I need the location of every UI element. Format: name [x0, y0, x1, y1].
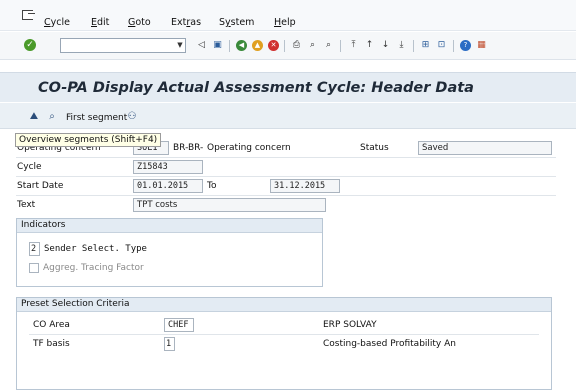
toolbar-separator: [413, 40, 414, 52]
help-icon[interactable]: ?: [460, 40, 471, 51]
menu-item-system[interactable]: System: [219, 18, 254, 28]
back-arrow-icon[interactable]: ◁: [196, 40, 207, 51]
start-date-field[interactable]: 01.01.2015: [133, 179, 203, 193]
menu-item-goto[interactable]: Goto: [128, 18, 151, 28]
exit-icon[interactable]: [22, 10, 35, 20]
hierarchy-icon[interactable]: ⚇: [126, 111, 138, 123]
exit-circle-icon[interactable]: ▲: [252, 40, 263, 51]
cycle-label: Cycle: [17, 162, 42, 172]
new-session-icon[interactable]: ⊞: [420, 40, 431, 51]
find-next-icon[interactable]: ⌕: [323, 40, 334, 51]
first-segment-button[interactable]: First segment: [66, 113, 127, 123]
menu-item-extras[interactable]: Extras: [171, 18, 201, 28]
enter-check-icon[interactable]: ✓: [24, 39, 36, 51]
operating-concern-desc-prefix: BR-BR-: [173, 143, 204, 153]
preset-selection-group: Preset Selection Criteria CO Area CHEF E…: [16, 297, 552, 390]
overview-segments-icon[interactable]: ⛰: [28, 111, 40, 123]
command-field[interactable]: [60, 38, 186, 53]
cycle-field[interactable]: Z15843: [133, 160, 203, 174]
preset-selection-group-title: Preset Selection Criteria: [17, 298, 551, 312]
standard-toolbar: ✓ ▼ ◁ ▣ ◀ ▲ ✕ ⎙ ⌕ ⌕ ⤒ ↑ ↓ ⤓ ⊞ ⊡ ? ▦: [0, 32, 576, 60]
row-divider: [29, 334, 539, 335]
co-area-field[interactable]: CHEF: [164, 318, 194, 332]
application-toolbar: ⛰ ⌕ First segment ⚇: [0, 103, 576, 129]
start-date-label: Start Date: [17, 181, 64, 191]
tf-basis-field[interactable]: 1: [164, 337, 175, 351]
toolbar-separator: [340, 40, 341, 52]
indicators-group-title: Indicators: [17, 219, 322, 233]
print-icon[interactable]: ⎙: [291, 40, 302, 51]
toolbar-separator: [229, 40, 230, 52]
operating-concern-desc: Operating concern: [207, 143, 291, 153]
text-field[interactable]: TPT costs: [133, 198, 326, 212]
tooltip: Overview segments (Shift+F4): [15, 133, 162, 147]
indicators-group: Indicators 2 Sender Select. Type Aggreg.…: [16, 218, 323, 287]
aggreg-tracing-factor-label: Aggreg. Tracing Factor: [43, 263, 144, 273]
last-page-icon[interactable]: ⤓: [396, 40, 407, 51]
to-label: To: [207, 181, 217, 191]
find-icon[interactable]: ⌕: [307, 40, 318, 51]
menu-item-edit[interactable]: Edit: [91, 18, 109, 28]
customize-layout-icon[interactable]: ▦: [476, 40, 487, 51]
toolbar-separator: [453, 40, 454, 52]
menu-item-help[interactable]: Help: [274, 18, 296, 28]
status-field[interactable]: Saved: [418, 141, 552, 155]
row-divider: [16, 157, 556, 158]
co-area-description: ERP SOLVAY: [323, 320, 377, 330]
row-divider: [16, 176, 556, 177]
chevron-down-icon[interactable]: ▼: [174, 38, 186, 53]
text-label: Text: [17, 200, 36, 210]
co-area-label: CO Area: [33, 320, 70, 330]
aggreg-tracing-factor-checkbox[interactable]: [29, 263, 39, 273]
menu-bar: Cycle Edit Goto Extras System Help: [0, 0, 576, 31]
binoculars-icon[interactable]: ⌕: [46, 111, 58, 123]
tf-basis-label: TF basis: [33, 339, 70, 349]
page-title: CO-PA Display Actual Assessment Cycle: H…: [38, 80, 474, 96]
row-divider: [16, 195, 556, 196]
previous-page-icon[interactable]: ↑: [364, 40, 375, 51]
first-page-icon[interactable]: ⤒: [348, 40, 359, 51]
next-page-icon[interactable]: ↓: [380, 40, 391, 51]
menu-item-cycle[interactable]: Cycle: [44, 18, 70, 28]
back-icon[interactable]: ◀: [236, 40, 247, 51]
title-bar: CO-PA Display Actual Assessment Cycle: H…: [0, 72, 576, 102]
save-icon[interactable]: ▣: [212, 40, 223, 51]
sender-select-type-field[interactable]: 2: [29, 242, 40, 256]
shortcut-icon[interactable]: ⊡: [436, 40, 447, 51]
end-date-field[interactable]: 31.12.2015: [270, 179, 340, 193]
cancel-icon[interactable]: ✕: [268, 40, 279, 51]
status-label: Status: [360, 143, 389, 153]
tf-basis-description: Costing-based Profitability An: [323, 339, 456, 349]
toolbar-separator: [284, 40, 285, 52]
sender-select-type-label: Sender Select. Type: [44, 244, 147, 254]
